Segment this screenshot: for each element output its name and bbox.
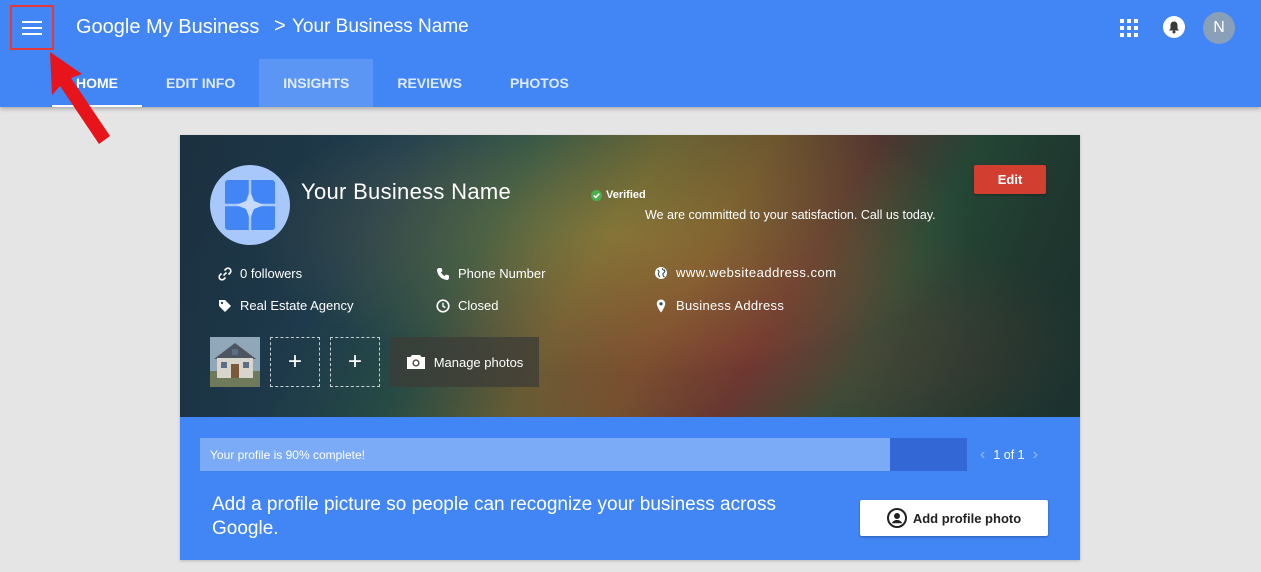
add-profile-photo-label: Add profile photo <box>912 510 1022 526</box>
completion-prompt: Add a profile picture so people can reco… <box>212 494 776 539</box>
camera-icon <box>406 355 425 369</box>
previous-icon[interactable]: ‹ <box>980 446 985 464</box>
phone-info: Phone Number <box>436 266 545 281</box>
house-photo-icon <box>210 337 260 387</box>
business-tagline: We are committed to your satisfaction. C… <box>645 208 936 222</box>
globe-icon <box>655 266 667 279</box>
tab-photos[interactable]: PHOTOS <box>486 59 593 107</box>
nav-tabs: HOME EDIT INFO INSIGHTS REVIEWS PHOTOS <box>52 59 593 107</box>
tab-edit-info[interactable]: EDIT INFO <box>142 59 259 107</box>
add-photo-slot[interactable]: + <box>330 337 380 387</box>
menu-button[interactable] <box>10 5 54 50</box>
clock-icon <box>436 298 450 313</box>
business-photo-thumbnail[interactable] <box>210 337 260 387</box>
website-address[interactable]: www.websiteaddress.com <box>676 265 837 280</box>
notifications-bell-icon[interactable] <box>1163 16 1185 38</box>
tab-home[interactable]: HOME <box>52 59 142 107</box>
suggestion-pager: ‹ 1 of 1 › <box>980 438 1038 471</box>
followers-info: 0 followers <box>218 266 302 281</box>
edit-button[interactable]: Edit <box>974 165 1046 194</box>
app-bar: Google My Business > Your Business Name … <box>0 0 1261 107</box>
business-address[interactable]: Business Address <box>676 298 784 313</box>
phone-icon <box>437 267 449 280</box>
manage-photos-label: Manage photos <box>433 354 524 370</box>
next-icon[interactable]: › <box>1033 446 1038 464</box>
tag-icon <box>219 299 231 312</box>
map-pin-icon <box>656 299 666 312</box>
followers-count: 0 followers <box>240 266 303 281</box>
category-info: Real Estate Agency <box>218 298 353 313</box>
manage-photos-button[interactable]: Manage photos <box>390 337 539 387</box>
business-logo[interactable] <box>210 165 290 245</box>
business-category: Real Estate Agency <box>240 298 354 313</box>
app-title[interactable]: Google My Business <box>76 16 259 39</box>
profile-progress-bar: Your profile is 90% complete! <box>200 438 967 471</box>
profile-completion-panel: Your profile is 90% complete! ‹ 1 of 1 ›… <box>180 417 1080 560</box>
breadcrumb-separator: > <box>274 15 286 37</box>
add-profile-photo-button[interactable]: Add profile photo <box>860 500 1048 536</box>
phone-number[interactable]: Phone Number <box>458 266 545 281</box>
account-avatar[interactable]: N <box>1203 12 1235 44</box>
business-name: Your Business Name <box>301 179 512 204</box>
business-hours: Closed <box>458 298 499 313</box>
verified-badge: Verified <box>591 189 646 201</box>
business-profile-card: Your Business Name Verified We are commi… <box>180 135 1080 560</box>
breadcrumb-business-name[interactable]: Your Business Name <box>292 16 469 38</box>
verified-check-icon <box>591 189 602 201</box>
pager-count: 1 of 1 <box>993 447 1025 462</box>
account-circle-icon <box>886 508 907 528</box>
address-info: Business Address <box>654 298 784 313</box>
verified-label: Verified <box>606 189 646 201</box>
progress-label: Your profile is 90% complete! <box>210 447 365 462</box>
apps-grid-icon[interactable] <box>1120 19 1138 37</box>
link-icon <box>218 266 232 281</box>
website-info: www.websiteaddress.com <box>654 265 837 280</box>
tab-reviews[interactable]: REVIEWS <box>373 59 486 107</box>
hours-info: Closed <box>436 298 498 313</box>
tab-insights[interactable]: INSIGHTS <box>259 59 374 107</box>
business-logo-icon <box>225 180 275 230</box>
cover-photo: Your Business Name Verified We are commi… <box>180 135 1080 417</box>
hamburger-icon <box>22 20 42 35</box>
add-photo-slot[interactable]: + <box>270 337 320 387</box>
